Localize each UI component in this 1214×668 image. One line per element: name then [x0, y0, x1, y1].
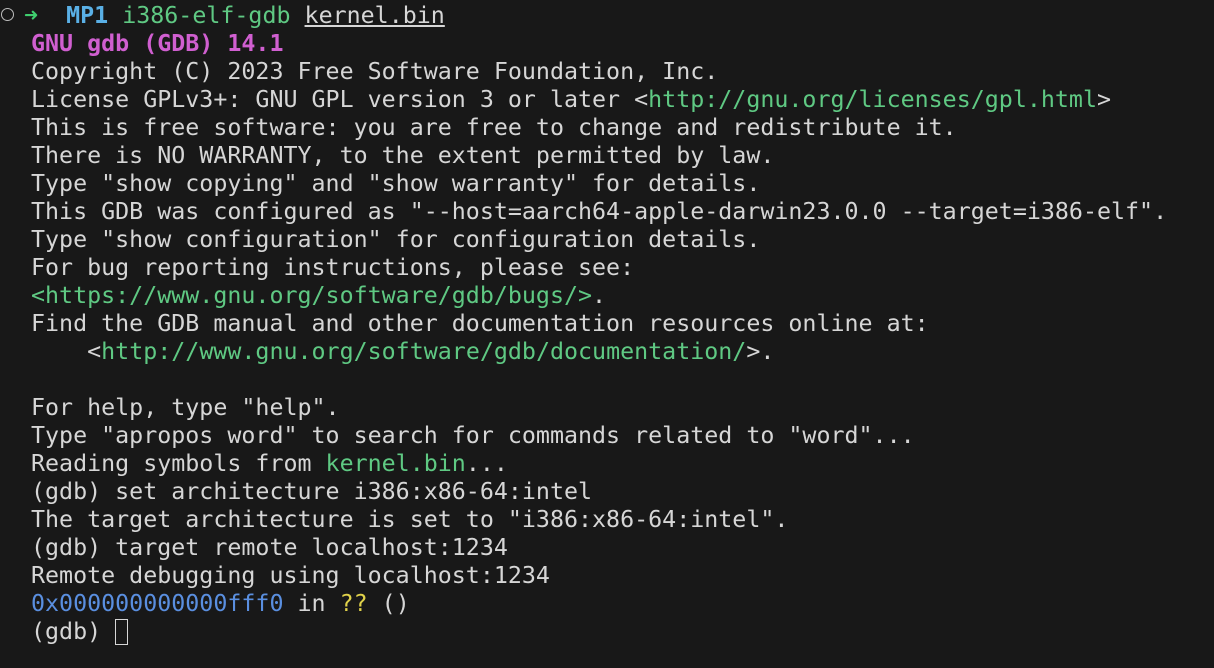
shell-prompt-line: ➜ MP1 i386-elf-gdb kernel.bin — [0, 2, 1214, 30]
frame-line: 0x000000000000fff0 in ?? () — [31, 590, 410, 617]
prompt-arrow-icon: ➜ — [24, 2, 39, 29]
symbol-file: kernel.bin — [325, 450, 466, 477]
free-software-line: This is free software: you are free to c… — [31, 114, 957, 141]
architecture-result: The target architecture is set to "i386:… — [31, 506, 789, 533]
configured-line: This GDB was configured as "--host=aarch… — [31, 198, 1168, 225]
text-cursor[interactable] — [115, 618, 129, 645]
bug-reporting-line: For bug reporting instructions, please s… — [31, 254, 635, 281]
documentation-link[interactable]: http://www.gnu.org/software/gdb/document… — [101, 338, 746, 365]
gdb-input-line[interactable]: (gdb) — [0, 618, 1214, 646]
bugs-link[interactable]: <https://www.gnu.org/software/gdb/bugs/> — [31, 282, 592, 309]
license-link[interactable]: http://gnu.org/licenses/gpl.html — [648, 86, 1097, 113]
no-warranty-line: There is NO WARRANTY, to the extent perm… — [31, 142, 775, 169]
help-line: For help, type "help". — [31, 394, 340, 421]
current-directory: MP1 — [66, 2, 109, 29]
set-architecture-command: (gdb) set architecture i386:x86-64:intel — [31, 478, 593, 505]
frame-address: 0x000000000000fff0 — [31, 590, 284, 617]
show-config-line: Type "show configuration" for configurat… — [31, 226, 761, 253]
bugs-url-line: <https://www.gnu.org/software/gdb/bugs/>… — [31, 282, 607, 309]
command-argument: kernel.bin — [304, 2, 445, 29]
status-circle-icon — [1, 8, 14, 21]
doc-url-line: <http://www.gnu.org/software/gdb/documen… — [31, 338, 775, 365]
command-name: i386-elf-gdb — [122, 2, 291, 29]
gdb-prompt: (gdb) — [31, 618, 116, 645]
terminal-window[interactable]: ➜ MP1 i386-elf-gdb kernel.bin GNU gdb (G… — [0, 2, 1214, 646]
frame-function: ?? — [339, 590, 368, 617]
remote-debugging-result: Remote debugging using localhost:1234 — [31, 562, 550, 589]
gdb-banner: GNU gdb (GDB) 14.1 — [31, 30, 284, 57]
reading-symbols-line: Reading symbols from kernel.bin... — [31, 450, 508, 477]
target-remote-command: (gdb) target remote localhost:1234 — [31, 534, 508, 561]
manual-line: Find the GDB manual and other documentat… — [31, 310, 929, 337]
apropos-line: Type "apropos word" to search for comman… — [31, 422, 915, 449]
show-copying-line: Type "show copying" and "show warranty" … — [31, 170, 761, 197]
copyright-line: Copyright (C) 2023 Free Software Foundat… — [31, 58, 719, 85]
license-line: License GPLv3+: GNU GPL version 3 or lat… — [31, 86, 1112, 113]
